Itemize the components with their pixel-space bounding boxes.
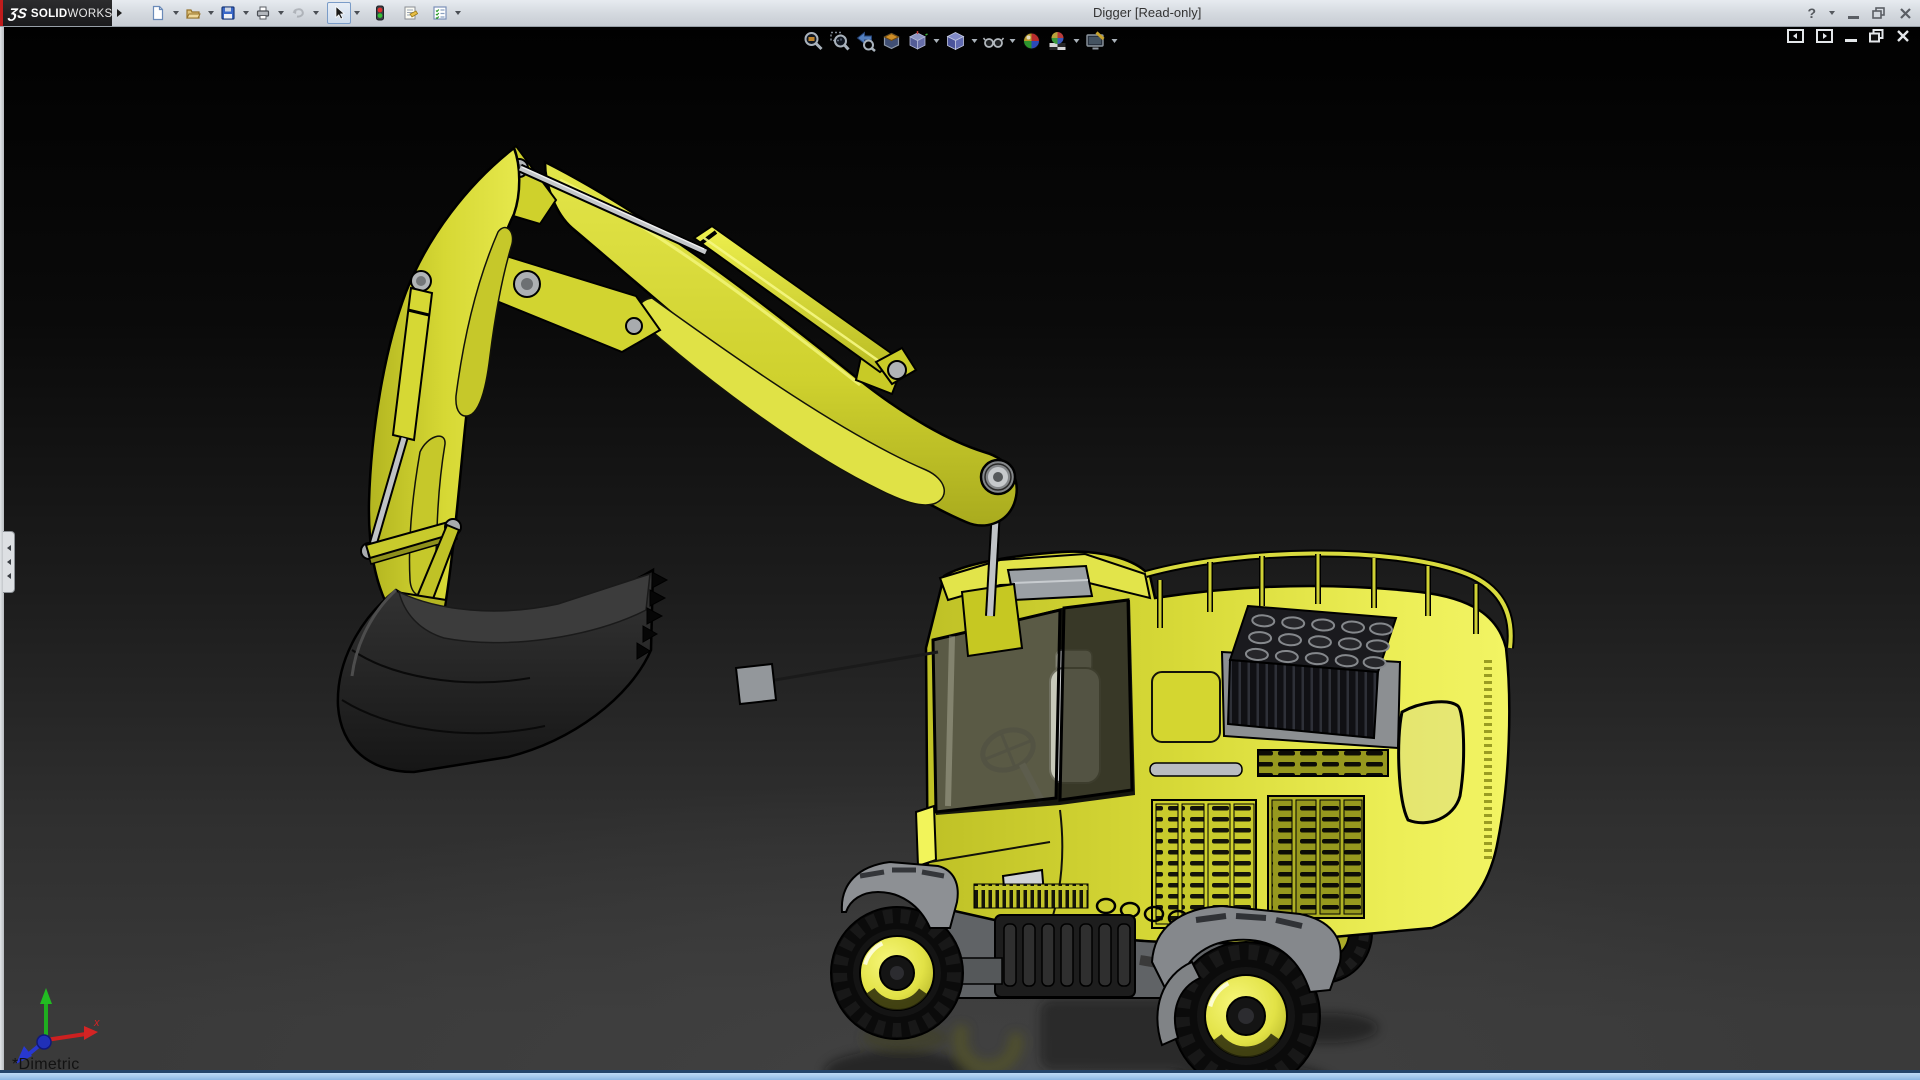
undo-button[interactable] [286, 2, 310, 24]
open-dropdown[interactable] [205, 3, 216, 23]
view-orientation-name: *Dimetric [12, 1056, 80, 1070]
close-document-icon[interactable] [1896, 29, 1910, 43]
edit-appearance-button[interactable] [1019, 28, 1044, 54]
options-dropdown[interactable] [452, 3, 463, 23]
document-window-controls [1787, 29, 1910, 43]
view-settings-dropdown[interactable] [1109, 28, 1120, 54]
feature-manager-collapsed-tab[interactable] [3, 531, 15, 593]
new-document-button[interactable] [146, 2, 170, 24]
cab-side-window[interactable] [1058, 598, 1134, 802]
restore-app-icon[interactable] [1872, 6, 1886, 20]
rebuild-button[interactable] [368, 2, 392, 24]
walkway-handrail [1149, 762, 1243, 777]
view-orientation-icon [908, 31, 928, 50]
excavator-model[interactable] [0, 26, 1920, 1070]
triad-origin [36, 1034, 52, 1050]
view-orientation-dropdown[interactable] [931, 28, 942, 54]
boom-pivot-pin[interactable] [979, 458, 1017, 496]
hide-show-items-button[interactable] [981, 28, 1006, 54]
rebuild-traffic-light-icon [376, 5, 384, 21]
close-app-icon[interactable] [1899, 7, 1912, 20]
collapse-arrow-icon [6, 559, 11, 565]
print-icon [256, 6, 270, 20]
select-cursor-icon [335, 5, 346, 20]
brand-text-bold: SOLID [30, 8, 68, 20]
mirror-arm [751, 650, 939, 686]
document-title: Digger [Read-only] [1093, 5, 1202, 20]
options-button[interactable] [428, 2, 452, 24]
zoom-to-fit-button[interactable] [801, 28, 826, 54]
section-view-button[interactable] [879, 28, 904, 54]
zoom-to-fit-icon [804, 32, 823, 51]
display-style-dropdown[interactable] [969, 28, 980, 54]
triad-x-label: x [93, 1017, 100, 1029]
solidworks-logo-glyph: ƷS [7, 5, 29, 21]
show-left-pane-icon[interactable] [1787, 29, 1804, 43]
new-document-icon [152, 5, 164, 21]
zoom-to-area-button[interactable] [827, 28, 852, 54]
apply-scene-dropdown[interactable] [1071, 28, 1082, 54]
hide-show-items-icon [982, 37, 1004, 48]
hood-panel[interactable] [1151, 671, 1221, 743]
file-properties-button[interactable] [398, 2, 422, 24]
zoom-to-area-icon [829, 31, 850, 51]
apply-scene-button[interactable] [1045, 28, 1070, 54]
new-document-dropdown[interactable] [170, 3, 181, 23]
edit-appearance-icon [1022, 32, 1040, 50]
front-marker-light [914, 804, 938, 868]
help-dropdown-icon[interactable] [1829, 11, 1835, 15]
taskbar-edge [0, 1070, 1920, 1080]
heads-up-view-toolbar [801, 27, 1120, 55]
apply-scene-icon [1049, 32, 1065, 50]
show-right-pane-icon[interactable] [1816, 29, 1833, 43]
graphics-area[interactable]: x *Dimetric [0, 26, 1920, 1070]
rear-window[interactable] [1397, 700, 1466, 825]
collapse-arrow-icon [6, 573, 11, 579]
minimize-app-icon[interactable] [1848, 15, 1859, 19]
previous-view-icon [856, 31, 876, 52]
save-button[interactable] [216, 2, 240, 24]
side-grille-right[interactable] [1267, 795, 1365, 919]
display-style-button[interactable] [943, 28, 968, 54]
undo-icon [292, 8, 304, 18]
help-icon[interactable]: ? [1807, 5, 1816, 21]
hide-show-items-dropdown[interactable] [1007, 28, 1018, 54]
solidworks-logo: ƷS SOLIDWORKS [0, 0, 112, 26]
print-button[interactable] [251, 2, 275, 24]
app-window-controls: ? [1807, 0, 1912, 26]
open-button[interactable] [181, 2, 205, 24]
view-orientation-button[interactable] [905, 28, 930, 54]
minimize-document-icon[interactable] [1845, 39, 1857, 42]
undo-dropdown[interactable] [310, 3, 321, 23]
restore-document-icon[interactable] [1869, 29, 1884, 43]
collapse-arrow-icon [6, 545, 11, 551]
display-style-icon [946, 32, 964, 51]
print-dropdown[interactable] [275, 3, 286, 23]
boom-arm-assembly[interactable] [360, 144, 1018, 636]
wing-mirror[interactable] [734, 662, 778, 706]
save-icon [221, 6, 235, 20]
bucket[interactable] [336, 567, 669, 774]
save-dropdown[interactable] [240, 3, 251, 23]
menu-expand-arrow-icon[interactable] [113, 3, 126, 23]
view-settings-icon [1085, 31, 1105, 50]
open-icon [186, 9, 201, 19]
section-view-icon [882, 32, 900, 50]
brand-text-light: WORKS [67, 8, 113, 20]
file-properties-icon [404, 6, 418, 20]
view-settings-button[interactable] [1083, 28, 1108, 54]
select-button[interactable] [327, 2, 351, 24]
app-titlebar: ƷS SOLIDWORKS Digger [Read-only] ? [0, 0, 1920, 27]
options-icon [433, 6, 447, 20]
standard-toolbar [146, 0, 463, 26]
previous-view-button[interactable] [853, 28, 878, 54]
select-dropdown[interactable] [351, 3, 362, 23]
rocker-hatch [973, 883, 1089, 909]
